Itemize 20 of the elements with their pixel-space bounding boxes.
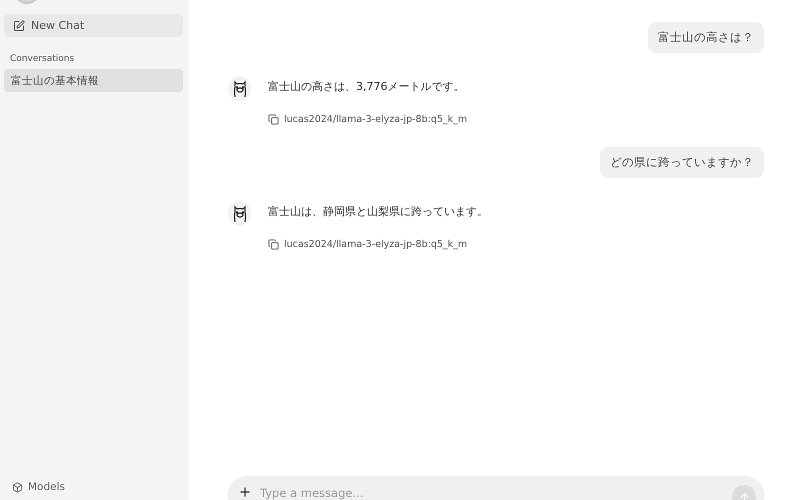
llama-icon — [232, 204, 248, 222]
edit-icon — [13, 20, 25, 32]
assistant-message: 富士山の高さは、3,776メートルです。 — [268, 79, 466, 94]
model-name: lucas2024/llama-3-elyza-jp-8b:q5_k_m — [284, 114, 468, 125]
message-field[interactable]: Type a message... — [228, 476, 764, 500]
assistant-message: 富士山は、静岡県と山梨県に跨っています。 — [268, 204, 488, 219]
llama-icon — [232, 80, 248, 98]
message-input[interactable]: Type a message... — [260, 485, 724, 500]
cube-icon — [12, 482, 23, 492]
section-title: Conversations — [10, 54, 76, 64]
models-link[interactable]: Models — [4, 481, 183, 500]
user-message: どの県に跨っていますか？ — [600, 147, 764, 178]
copy-icon[interactable] — [268, 239, 279, 250]
user-message: 富士山の高さは？ — [648, 22, 764, 53]
plus-icon[interactable] — [238, 485, 252, 499]
copy-icon[interactable] — [268, 114, 279, 125]
arrow-up-icon — [738, 490, 750, 500]
model-name: lucas2024/llama-3-elyza-jp-8b:q5_k_m — [284, 239, 468, 250]
new-chat-button[interactable]: New Chat — [4, 14, 183, 37]
conversation-item[interactable]: 富士山の基本情報 — [4, 69, 183, 92]
